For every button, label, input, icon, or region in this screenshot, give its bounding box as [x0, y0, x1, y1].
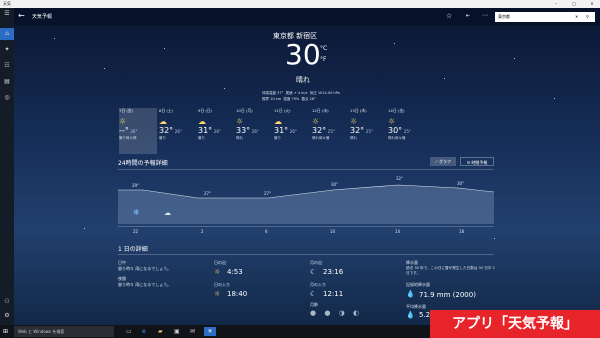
list-icon: ☰: [466, 160, 471, 165]
hourly-time-label: 10: [330, 229, 336, 234]
taskbar-search[interactable]: Web と Windows を検索: [14, 326, 114, 337]
forecast-day[interactable]: 13日 (木) ☼ 32° 25° 晴れ: [350, 108, 388, 154]
sunset-time: 18:40: [227, 290, 248, 298]
unit-fahrenheit[interactable]: °F: [320, 56, 326, 63]
hourly-temperature-graph: [118, 184, 494, 224]
hourly-time-label: 6: [265, 229, 268, 234]
weather-app-icon[interactable]: ☀: [204, 327, 216, 336]
record-precip-label: 記録的降水量: [406, 282, 430, 287]
hourly-time-label: 18: [459, 229, 465, 234]
search-input[interactable]: 東京都 ✕ ⚲: [495, 12, 595, 22]
forecast-day[interactable]: 9日 (日) ☁ 31° 26° 曇り: [198, 108, 236, 154]
window-title: 天気: [3, 1, 11, 6]
graph-view-button[interactable]: ⟋ グラフ: [430, 157, 456, 166]
close-window-button[interactable]: ✕: [584, 0, 600, 8]
forecast-day[interactable]: 8日 (土) ☁ 32° 26° 曇り: [159, 108, 197, 154]
day-text: 曇り時々 雨になるでしょう。: [118, 266, 172, 271]
cloud-moon-icon: ☁: [164, 209, 171, 217]
sun-icon: ☼: [312, 117, 320, 126]
forecast-day[interactable]: 14日 (金) ☼ 30° 25° 晴れ時々曇: [388, 108, 426, 154]
hourly-temp-label: 27°: [264, 191, 272, 196]
sidebar-item-places[interactable]: ▤: [0, 76, 14, 88]
search-input-value: 東京都: [498, 14, 510, 19]
main-panel: ← 天気予報 ☆ ⇤ ⋯ 東京都 ✕ ⚲ 東京都 新宿区 30 °C °F 晴れ…: [14, 8, 600, 325]
hourly-temp-label: 30°: [331, 182, 339, 187]
current-details: 体感温度 37° 風速 ↗ 4 m/s 気圧 1014.00 hPa 視界 10…: [262, 91, 340, 101]
task-view-icon[interactable]: ▭: [126, 328, 132, 335]
chart-icon: ⟋: [434, 159, 438, 164]
sidebar-item-news[interactable]: ◎: [0, 92, 14, 104]
mail-icon[interactable]: ✉: [190, 328, 195, 335]
sidebar-item-forecast[interactable]: ⌂: [0, 28, 14, 40]
moonrise-label: 月の出: [310, 260, 322, 265]
forecast-day[interactable]: 11日 (火) ☁ 31° 26° 曇り: [274, 108, 312, 154]
moonrise-icon: ☾: [310, 268, 317, 276]
store-icon[interactable]: ▣: [174, 328, 180, 335]
sunset-icon: ☼: [214, 290, 221, 298]
sunset-label: 日の入り: [214, 282, 230, 287]
forecast-day[interactable]: 7日 (金) ☼ --° 26° 曇り時々晴: [119, 108, 157, 154]
clear-icon[interactable]: ✕: [575, 12, 578, 22]
hourly-temp-label: 29°: [132, 183, 140, 188]
folder-icon[interactable]: ▰: [158, 328, 163, 335]
list-view-button[interactable]: ☰ 時間予報: [460, 157, 494, 166]
record-precip-value: 71.9 mm (2000): [419, 291, 476, 299]
caption-overlay: アプリ「天気予報」: [430, 310, 600, 338]
raindrop-icon: 💧: [406, 290, 415, 298]
sidebar: ☰ ⌂ ✦ ☷ ▤ ◎ ⚇ ⚙: [0, 8, 14, 325]
raindrop-icon: 💧: [406, 311, 415, 319]
favorite-star-icon[interactable]: ☆: [446, 12, 452, 20]
hourly-title: 24時間の予報詳細: [118, 160, 168, 167]
more-options-icon[interactable]: ⋯: [482, 12, 488, 19]
sunrise-icon: ☼: [214, 268, 221, 276]
snowflake-icon: ❄: [133, 208, 140, 217]
search-icon[interactable]: ⚲: [586, 12, 589, 22]
sunrise-time: 4:53: [227, 268, 243, 276]
partly-sunny-icon: ☼: [119, 117, 127, 126]
sidebar-item-history[interactable]: ☷: [0, 60, 14, 72]
precip-text: 過去 30 年で、この日に雪が発生した日数は 30 日中 2 日です。: [406, 266, 495, 275]
hourly-temp-label: 32°: [396, 176, 404, 181]
daily-title: 1 日の詳細: [118, 246, 148, 253]
hourly-temp-label: 27°: [204, 191, 212, 196]
forecast-day[interactable]: 10日 (月) ☼ 33° 26° 晴れ: [236, 108, 274, 154]
forecast-day[interactable]: 12日 (水) ☼ 32° 25° 晴れ時々曇: [312, 108, 350, 154]
settings-icon[interactable]: ⚙: [0, 310, 14, 322]
cloud-icon: ☁: [198, 117, 206, 126]
moon-phase-label: 月齢: [310, 302, 318, 307]
start-icon[interactable]: ⊞: [3, 328, 8, 335]
minimize-button[interactable]: –: [548, 0, 564, 8]
sunrise-label: 日の出: [214, 260, 226, 265]
unit-celsius[interactable]: °C: [320, 45, 327, 52]
sun-icon: ☼: [236, 117, 244, 126]
cloud-icon: ☁: [274, 117, 282, 126]
hamburger-menu-icon[interactable]: ☰: [0, 8, 14, 20]
app-header: ← 天気予報 ☆ ⇤ ⋯ 東京都 ✕ ⚲: [14, 8, 600, 26]
night-text: 曇り時々 雨になるでしょう。: [118, 282, 172, 287]
moonset-icon: ☾: [310, 290, 317, 298]
sidebar-item-maps[interactable]: ✦: [0, 44, 14, 56]
current-condition: 晴れ: [296, 76, 310, 84]
sun-icon: ☼: [388, 117, 396, 126]
pin-icon[interactable]: ⇤: [466, 13, 470, 19]
hourly-time-label: 2: [201, 229, 204, 234]
moonrise-time: 23:16: [323, 268, 344, 276]
hourly-time-label: 22: [133, 229, 139, 234]
moonset-time: 12:11: [323, 290, 344, 298]
back-arrow-icon[interactable]: ←: [18, 11, 25, 20]
window-titlebar: 天気 – □ ✕: [0, 0, 600, 8]
hourly-time-label: 14: [395, 229, 401, 234]
hourly-temp-label: 30°: [457, 181, 465, 186]
sun-icon: ☼: [350, 117, 358, 126]
moonset-label: 月の入り: [310, 282, 326, 287]
moon-phase-icons: ● ● ◑ ◐: [310, 309, 363, 317]
avg-precip-label: 平均降水量: [406, 304, 426, 309]
cloud-icon: ☁: [159, 117, 167, 126]
maximize-button[interactable]: □: [566, 0, 582, 8]
edge-icon[interactable]: e: [142, 328, 146, 335]
account-icon[interactable]: ⚇: [0, 296, 14, 308]
current-temp: 30: [285, 38, 321, 71]
app-title: 天気予報: [32, 14, 53, 20]
